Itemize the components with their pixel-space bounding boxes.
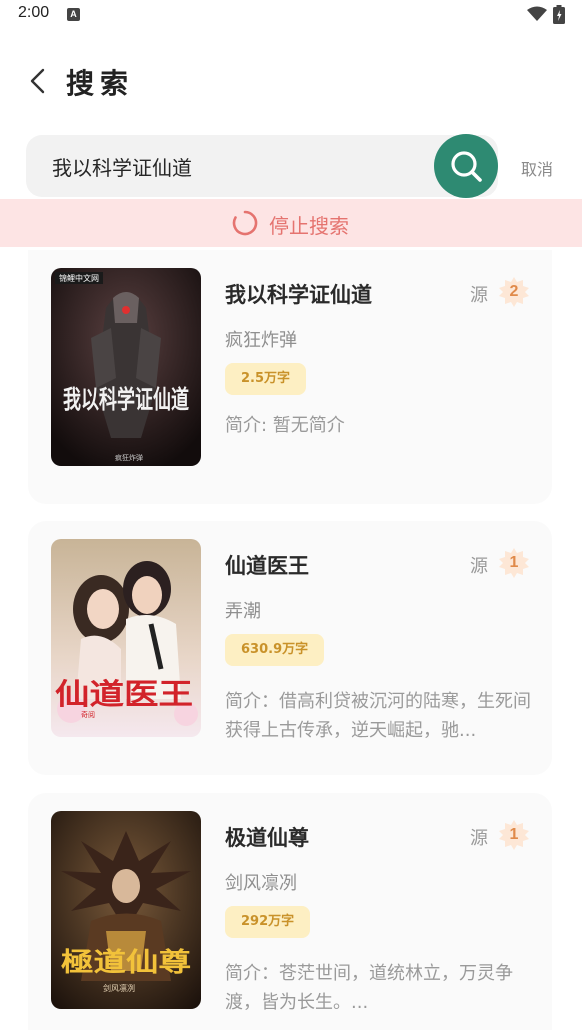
status-bar: 2:00 A — [0, 0, 582, 30]
book-intro: 简介：苍茫世间，道统林立，万灵争渡，皆为长生。... — [225, 963, 513, 1013]
source-count: 1 — [509, 554, 519, 571]
svg-text:我以科学证仙道: 我以科学证仙道 — [63, 385, 189, 414]
source-label: 源 — [470, 828, 488, 849]
source-count-badge[interactable]: 1 — [498, 819, 530, 851]
book-title: 我以科学证仙道 — [225, 283, 372, 307]
a-letter-icon: A — [67, 8, 80, 21]
svg-text:疯狂炸弹: 疯狂炸弹 — [115, 453, 143, 462]
result-card[interactable]: 锦鲤中文网 我以科学证仙道 疯狂炸弹 我以科学证仙道 疯狂炸弹 2.5万字 简介… — [28, 250, 552, 504]
wifi-icon — [527, 6, 547, 21]
svg-text:極道仙尊: 極道仙尊 — [61, 947, 191, 978]
source-count: 1 — [509, 826, 519, 843]
loading-spinner-icon — [232, 210, 258, 236]
book-author: 弄潮 — [225, 601, 261, 622]
svg-text:仙道医王: 仙道医王 — [55, 677, 193, 711]
word-count-badge: 2.5万字 — [225, 363, 307, 395]
source-label: 源 — [470, 285, 488, 306]
svg-text:奇阅: 奇阅 — [81, 710, 95, 719]
search-button[interactable] — [434, 134, 498, 198]
book-cover: 極道仙尊 剑风凛冽 — [51, 811, 201, 1009]
svg-text:锦鲤中文网: 锦鲤中文网 — [59, 273, 99, 283]
book-author: 剑风凛冽 — [225, 873, 297, 894]
header: 搜索 — [0, 52, 582, 112]
page-title: 搜索 — [66, 67, 135, 100]
book-title: 极道仙尊 — [225, 826, 309, 850]
search-query-text[interactable]: 我以科学证仙道 — [52, 152, 192, 181]
book-cover: 仙道医王 奇阅 — [51, 539, 201, 737]
svg-text:剑风凛冽: 剑风凛冽 — [103, 983, 135, 993]
source-label: 源 — [470, 556, 488, 577]
result-card[interactable]: 仙道医王 奇阅 仙道医王 弄潮 630.9万字 简介：借高利贷被沉河的陆寒，生死… — [28, 521, 552, 775]
word-count-badge: 630.9万字 — [225, 634, 325, 666]
chevron-left-icon[interactable] — [24, 66, 54, 96]
status-time: 2:00 — [18, 4, 50, 21]
stop-search-label: 停止搜索 — [269, 214, 349, 238]
book-intro: 简介：借高利贷被沉河的陆寒，生死间获得上古传承，逆天崛起，驰... — [225, 691, 531, 741]
book-intro: 简介: 暂无简介 — [225, 415, 345, 436]
magnifier-icon — [451, 151, 482, 182]
book-author: 疯狂炸弹 — [225, 330, 297, 351]
cancel-button[interactable]: 取消 — [521, 156, 553, 180]
book-title: 仙道医王 — [225, 554, 309, 578]
stop-search-banner[interactable]: 停止搜索 — [0, 199, 582, 247]
source-count: 2 — [509, 283, 519, 300]
search-input[interactable]: 我以科学证仙道 — [26, 135, 498, 197]
source-count-badge[interactable]: 1 — [498, 547, 530, 579]
word-count-badge: 292万字 — [225, 906, 311, 938]
result-card[interactable]: 極道仙尊 剑风凛冽 极道仙尊 剑风凛冽 292万字 简介：苍茫世间，道统林立，万… — [28, 793, 552, 1030]
source-count-badge[interactable]: 2 — [498, 276, 530, 308]
battery-icon — [553, 5, 565, 24]
book-cover: 锦鲤中文网 我以科学证仙道 疯狂炸弹 — [51, 268, 201, 466]
